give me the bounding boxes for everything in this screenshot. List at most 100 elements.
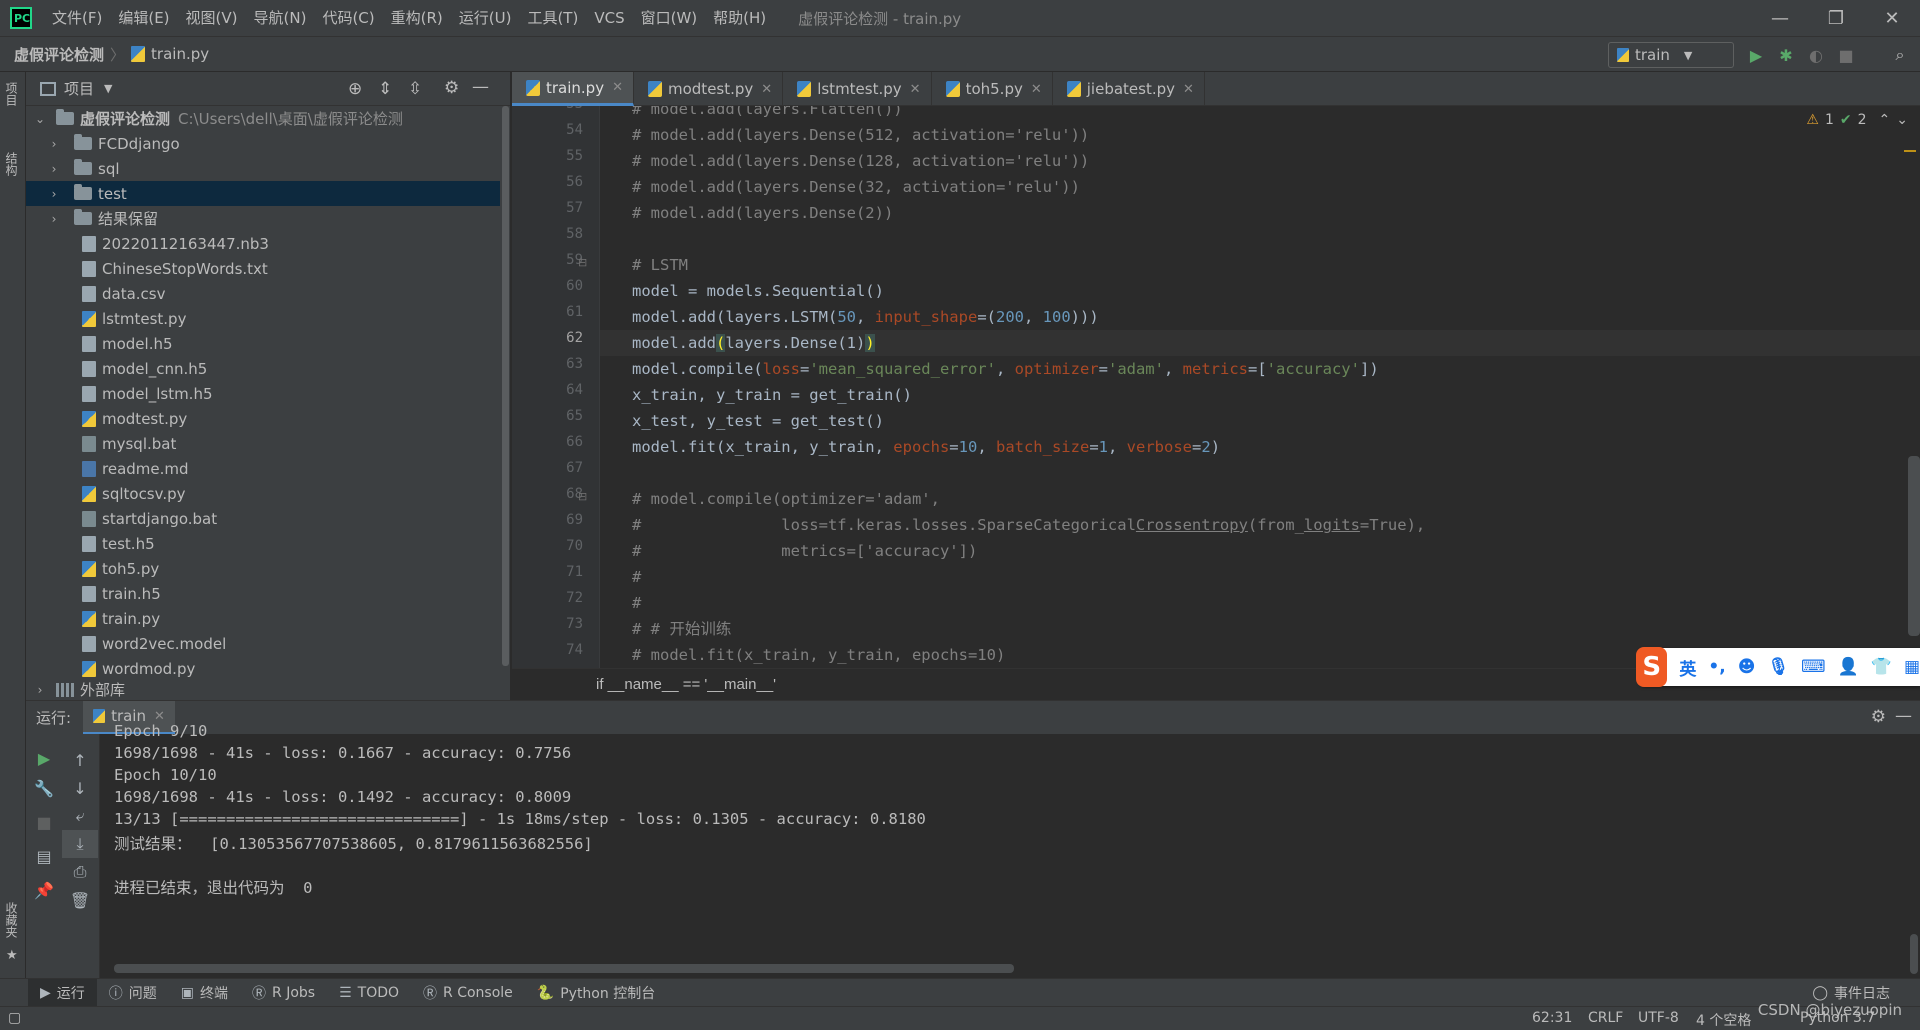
debug-icon[interactable]: ✱: [1774, 43, 1798, 67]
pin-icon[interactable]: 📌: [26, 876, 62, 904]
tree-folder-results[interactable]: › 结果保留: [26, 206, 510, 231]
chevron-down-icon[interactable]: ⌄: [1896, 112, 1908, 128]
breadcrumb-project[interactable]: 虚假评论检测: [14, 44, 104, 65]
tree-file[interactable]: train.py: [26, 606, 510, 631]
tree-external-libraries[interactable]: › 外部库: [26, 677, 510, 702]
close-icon[interactable]: ✕: [1031, 82, 1042, 97]
stop-icon[interactable]: ■: [1834, 43, 1858, 67]
print-icon[interactable]: ⎙: [62, 858, 98, 886]
warning-marker[interactable]: [1904, 150, 1916, 152]
caret-position[interactable]: 62:31: [1532, 1010, 1572, 1026]
chevron-up-icon[interactable]: ⌃: [1879, 112, 1891, 128]
line-separator[interactable]: CRLF: [1588, 1010, 1623, 1026]
fold-icon[interactable]: ⊟: [578, 256, 587, 269]
scroll-to-end-icon[interactable]: ⤓: [62, 830, 98, 858]
menu-help[interactable]: 帮助(H): [705, 0, 774, 36]
ime-toolbar[interactable]: S 英 •, ☻ 🎙 ⌨ 👤 👕 ▦: [1636, 647, 1920, 687]
locate-icon[interactable]: ⊕: [348, 79, 362, 99]
bottom-tab-terminal[interactable]: ▣ 终端: [169, 979, 240, 1007]
code-editor[interactable]: 53 54 55 56 57 58 59 60 61 62 63 64 65 6…: [512, 106, 1920, 668]
wrench-icon[interactable]: 🔧: [26, 774, 62, 802]
hide-panel-icon[interactable]: —: [472, 77, 489, 97]
bottom-tab-python-console[interactable]: 🐍 Python 控制台: [525, 979, 667, 1007]
tree-file[interactable]: lstmtest.py: [26, 306, 510, 331]
arrow-up-icon[interactable]: ↑: [62, 746, 98, 774]
menu-vcs[interactable]: VCS: [586, 0, 632, 36]
hide-panel-icon[interactable]: —: [1895, 706, 1912, 726]
close-icon[interactable]: ✕: [910, 82, 921, 97]
trash-icon[interactable]: 🗑: [62, 886, 98, 914]
run-configuration-select[interactable]: train ▼: [1608, 42, 1734, 68]
editor-tab-toh5[interactable]: toh5.py ✕: [932, 72, 1053, 106]
menu-navigate[interactable]: 导航(N): [246, 0, 315, 36]
tree-file[interactable]: mysql.bat: [26, 431, 510, 456]
close-icon[interactable]: ✕: [761, 82, 772, 97]
tree-folder-test[interactable]: › test: [26, 181, 510, 206]
tree-file[interactable]: sqltocsv.py: [26, 481, 510, 506]
scrollbar-thumb[interactable]: [502, 106, 509, 666]
menu-view[interactable]: 视图(V): [178, 0, 246, 36]
tree-file[interactable]: ChineseStopWords.txt: [26, 256, 510, 281]
tree-file[interactable]: model_lstm.h5: [26, 381, 510, 406]
editor-tab-train[interactable]: train.py ✕: [512, 72, 634, 106]
bottom-tab-rconsole[interactable]: Ⓡ R Console: [411, 979, 525, 1007]
search-icon[interactable]: ⌕: [1888, 43, 1912, 67]
tree-file[interactable]: startdjango.bat: [26, 506, 510, 531]
tree-file[interactable]: 20220112163447.nb3: [26, 231, 510, 256]
minimize-button[interactable]: —: [1752, 0, 1808, 36]
project-panel-title[interactable]: 项目: [64, 78, 94, 99]
tool-tab-project[interactable]: 项目: [3, 82, 20, 106]
menu-file[interactable]: 文件(F): [44, 0, 110, 36]
menu-refactor[interactable]: 重构(R): [383, 0, 451, 36]
user-icon[interactable]: 👤: [1838, 657, 1859, 677]
restore-button[interactable]: ❐: [1808, 0, 1864, 36]
microphone-icon[interactable]: 🎙: [1767, 657, 1789, 677]
coverage-icon[interactable]: ◐: [1804, 43, 1828, 67]
editor-tab-lstmtest[interactable]: lstmtest.py ✕: [783, 72, 932, 106]
bottom-tab-todo[interactable]: ☰ TODO: [327, 979, 411, 1007]
rerun-icon[interactable]: ▶: [26, 744, 62, 772]
file-encoding[interactable]: UTF-8: [1638, 1010, 1679, 1026]
soft-wrap-icon[interactable]: ⤶: [62, 802, 98, 830]
menu-code[interactable]: 代码(C): [314, 0, 382, 36]
run-icon[interactable]: ▶: [1744, 43, 1768, 67]
console-horizontal-scrollbar[interactable]: [114, 964, 1014, 973]
ime-mode[interactable]: 英: [1679, 655, 1696, 680]
tree-file[interactable]: model.h5: [26, 331, 510, 356]
tool-tab-structure[interactable]: 结构: [3, 152, 20, 176]
tree-file[interactable]: model_cnn.h5: [26, 356, 510, 381]
tree-file[interactable]: toh5.py: [26, 556, 510, 581]
gear-icon[interactable]: ⚙: [1871, 707, 1886, 727]
menu-tools[interactable]: 工具(T): [519, 0, 586, 36]
tree-file[interactable]: modtest.py: [26, 406, 510, 431]
layout-icon[interactable]: ▤: [26, 842, 62, 870]
expand-all-icon[interactable]: ⇕: [378, 79, 392, 99]
bottom-tab-rjobs[interactable]: Ⓡ R Jobs: [240, 979, 327, 1007]
menu-edit[interactable]: 编辑(E): [110, 0, 177, 36]
editor-tab-jiebatest[interactable]: jiebatest.py ✕: [1053, 72, 1205, 106]
close-icon[interactable]: ✕: [612, 80, 623, 95]
editor-tab-modtest[interactable]: modtest.py ✕: [634, 72, 784, 106]
bottom-tab-problems[interactable]: ⓘ 问题: [97, 979, 169, 1007]
sogou-logo-icon[interactable]: S: [1636, 647, 1668, 687]
close-window-button[interactable]: ✕: [1864, 0, 1920, 36]
gear-icon[interactable]: ⚙: [444, 78, 459, 98]
breadcrumb-file[interactable]: train.py: [151, 45, 209, 63]
tree-file[interactable]: data.csv: [26, 281, 510, 306]
collapse-all-icon[interactable]: ⇳: [408, 79, 422, 99]
tree-file[interactable]: readme.md: [26, 456, 510, 481]
skin-icon[interactable]: 👕: [1871, 657, 1892, 677]
menu-window[interactable]: 窗口(W): [633, 0, 706, 36]
tree-file[interactable]: train.h5: [26, 581, 510, 606]
inspection-widget[interactable]: ⚠ 1 ✔ 2 ⌃ ⌄: [1806, 112, 1908, 128]
toggle-panels-icon[interactable]: ▢: [8, 1010, 21, 1026]
menu-run[interactable]: 运行(U): [451, 0, 520, 36]
tool-tab-favorites[interactable]: 收藏夹: [3, 902, 20, 938]
project-scrollbar[interactable]: [500, 106, 510, 700]
tree-folder-fcddjango[interactable]: › FCDdjango: [26, 131, 510, 156]
indent-setting[interactable]: 4 个空格: [1696, 1010, 1751, 1030]
keyboard-icon[interactable]: ⌨: [1801, 657, 1826, 677]
editor-scrollbar[interactable]: [1908, 456, 1920, 636]
ime-punctuation[interactable]: •,: [1708, 657, 1725, 677]
console-vertical-scrollbar[interactable]: [1910, 934, 1918, 974]
